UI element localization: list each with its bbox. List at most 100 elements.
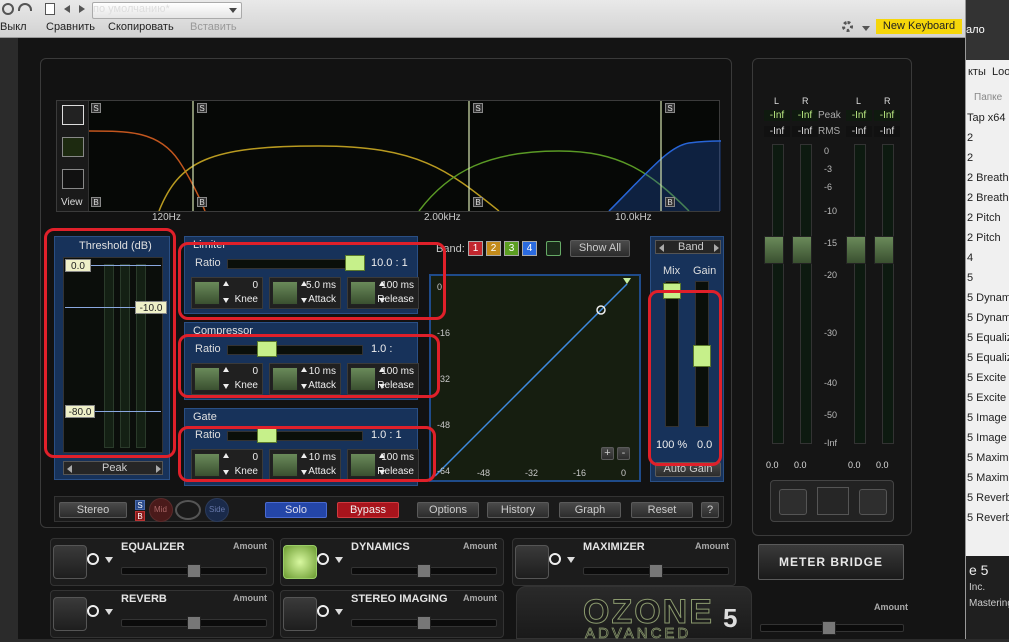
preset-select[interactable]: по умолчанию* [92,2,242,19]
curve-view-icon[interactable] [62,137,84,157]
zoom-out-button[interactable]: - [617,447,630,460]
browser-list-item[interactable]: 5 Dynam [967,292,1009,304]
module-amount-thumb[interactable] [187,616,201,630]
module-thumb-icon[interactable] [283,545,317,579]
chevron-down-icon[interactable] [862,26,870,31]
compressor-attack-control[interactable]: 10 ms Attack [269,363,341,395]
power-icon[interactable] [87,553,99,565]
spectrum-display[interactable]: View S B S B S B S B [56,100,721,212]
peak-readout[interactable]: -Inf [846,110,872,121]
power-icon[interactable] [2,3,14,15]
browser-list-item[interactable]: 5 Equaliz [967,332,1009,344]
browser-list-item[interactable]: 5 Excite [967,392,1006,404]
band-solo-marker[interactable]: S [91,103,101,113]
band-select[interactable]: Band [655,240,721,254]
bypass-marker-icon[interactable]: B [135,511,145,521]
mix-slider[interactable] [665,281,679,427]
knee-value[interactable]: 0 [252,366,258,377]
knee-value[interactable]: 0 [252,452,258,463]
peak-readout[interactable]: -Inf [874,110,900,121]
up-arrow-icon[interactable] [301,453,307,458]
compare-button[interactable]: Сравнить [46,21,95,33]
band-4-button[interactable]: 4 [522,241,537,256]
compressor-ratio-value[interactable]: 1.0 : [371,343,392,355]
browser-list-item[interactable]: 5 Reverb [967,512,1009,524]
band-bypass-marker[interactable]: B [91,197,101,207]
module-thumb-icon[interactable] [53,545,87,579]
power-icon[interactable] [87,605,99,617]
browser-folder[interactable]: Папке [974,92,1002,103]
new-keyboard-button[interactable]: New Keyboard [876,19,962,34]
rms-readout[interactable]: -Inf [874,126,900,137]
gate-ratio-slider[interactable] [227,431,363,441]
preset-menu-icon[interactable] [45,3,55,15]
browser-tab[interactable]: Loo [992,66,1009,78]
threshold-meter[interactable] [63,257,163,453]
up-arrow-icon[interactable] [223,281,229,286]
limiter-ratio-slider[interactable] [227,259,363,269]
browser-list-item[interactable]: 5 Image [967,412,1007,424]
bypass-button[interactable]: Bypass [337,502,399,518]
down-arrow-icon[interactable] [223,384,229,389]
browser-list-item[interactable]: 5 Equaliz [967,352,1009,364]
up-arrow-icon[interactable] [223,367,229,372]
down-arrow-icon[interactable] [223,470,229,475]
next-preset-icon[interactable] [79,5,85,13]
module-amount-thumb[interactable] [417,564,431,578]
browser-list-item[interactable]: 5 Image [967,432,1007,444]
chevron-down-icon[interactable] [335,557,343,563]
limiter-ratio-value[interactable]: 10.0 : 1 [371,257,408,269]
gate-release-control[interactable]: 100 ms Release [347,449,419,481]
graph-button[interactable]: Graph [559,502,621,518]
band-1-button[interactable]: 1 [468,241,483,256]
module-amount-thumb[interactable] [417,616,431,630]
browser-list-item[interactable]: 2 [967,152,973,164]
module-amount-thumb[interactable] [649,564,663,578]
power-icon[interactable] [317,605,329,617]
show-all-button[interactable]: Show All [570,240,630,257]
up-arrow-icon[interactable] [223,453,229,458]
gear-icon[interactable] [842,21,853,32]
mix-value[interactable]: 100 % [656,439,687,451]
paste-button[interactable]: Вставить [190,21,237,33]
module-thumb-icon[interactable] [283,597,317,631]
spectrum-view-icon[interactable] [62,105,84,125]
rms-readout[interactable]: -Inf [846,126,872,137]
knee-fader-icon[interactable] [194,281,220,305]
compressor-ratio-handle[interactable] [257,341,277,357]
browser-list-item[interactable]: 5 Maxim [967,472,1009,484]
transfer-graph[interactable]: 0 -16 -32 -48 -64 -48 -32 -16 0 + - [429,274,641,482]
meter-fader[interactable] [764,236,784,264]
gate-ratio-value[interactable]: 1.0 : 1 [371,429,402,441]
module-amount-thumb[interactable] [187,564,201,578]
lock-icon[interactable] [779,489,807,515]
down-arrow-icon[interactable] [301,470,307,475]
reset-button[interactable]: Reset [631,502,693,518]
browser-list-item[interactable]: 5 Excite [967,372,1006,384]
compare-icon[interactable] [18,3,32,11]
release-value[interactable]: 100 ms [381,452,414,463]
attack-value[interactable]: 10 ms [309,366,336,377]
knee-fader-icon[interactable] [194,453,220,477]
compressor-ratio-slider[interactable] [227,345,363,355]
threshold-limiter-value[interactable]: -10.0 [135,301,167,314]
browser-list-item[interactable]: 5 Reverb [967,492,1009,504]
chevron-down-icon[interactable] [105,609,113,615]
release-fader-icon[interactable] [350,367,376,391]
zoom-in-button[interactable]: + [601,447,614,460]
browser-list-item[interactable]: 4 [967,252,973,264]
band-bypass-marker[interactable]: B [473,197,483,207]
limiter-attack-control[interactable]: 5.0 ms Attack [269,277,341,309]
attack-value[interactable]: 10 ms [309,452,336,463]
up-arrow-icon[interactable] [301,367,307,372]
band-solo-marker[interactable]: S [197,103,207,113]
help-button[interactable]: ? [701,502,719,518]
gain-value[interactable]: 0.0 [697,439,712,451]
copy-button[interactable]: Скопировать [108,21,174,33]
release-fader-icon[interactable] [350,453,376,477]
module-thumb-icon[interactable] [53,597,87,631]
browser-list-item[interactable]: 5 [967,272,973,284]
solo-marker-icon[interactable]: S [135,500,145,510]
stereo-select[interactable]: Stereo [59,502,127,518]
rms-readout[interactable]: -Inf [792,126,818,137]
